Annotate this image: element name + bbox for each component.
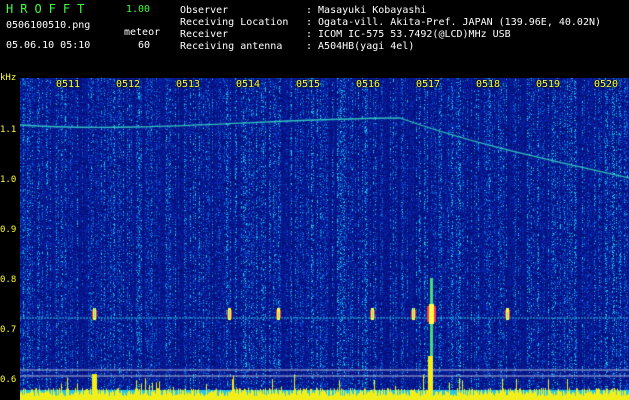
antenna-label: Receiving antenna: [180, 41, 283, 52]
mode-label: meteor: [124, 27, 161, 38]
receiver-value: : ICOM IC-575 53.7492(@LCD)MHz USB: [306, 29, 511, 40]
x-tick-label: 0511: [56, 79, 81, 90]
y-tick-label: 0.9: [0, 225, 17, 235]
location-label: Receiving Location: [180, 17, 289, 28]
y-axis-unit: kHz: [0, 73, 17, 83]
x-tick-label: 0512: [116, 79, 141, 90]
x-tick-label: 0514: [236, 79, 261, 90]
y-tick-label: 1.0: [0, 175, 17, 185]
spectrogram: [20, 78, 629, 400]
location-value: : Ogata-vill. Akita-Pref. JAPAN (139.96E…: [306, 17, 602, 28]
x-tick-label: 0518: [476, 79, 501, 90]
observer-label: Observer: [180, 5, 229, 16]
y-tick-label: 0.8: [0, 275, 17, 285]
receiver-label: Receiver: [180, 29, 229, 40]
hrofft-window: HROFFT 1.00 0506100510.png meteor 05.06.…: [0, 0, 629, 400]
count-label: 60: [138, 40, 151, 51]
version-label: 1.00: [126, 4, 151, 15]
observer-value: : Masayuki Kobayashi: [306, 5, 427, 16]
x-tick-label: 0515: [296, 79, 321, 90]
file-name: 0506100510.png: [6, 20, 91, 31]
app-title: HROFFT: [6, 2, 92, 16]
x-tick-label: 0513: [176, 79, 201, 90]
y-tick-label: 0.7: [0, 325, 17, 335]
x-tick-label: 0516: [356, 79, 381, 90]
y-tick-label: 1.1: [0, 125, 17, 135]
y-tick-label: 0.6: [0, 375, 17, 385]
x-tick-label: 0520: [594, 79, 619, 90]
antenna-value: : A504HB(yagi 4el): [306, 41, 415, 52]
datetime-label: 05.06.10 05:10: [6, 40, 91, 51]
x-tick-label: 0519: [536, 79, 561, 90]
x-tick-label: 0517: [416, 79, 441, 90]
